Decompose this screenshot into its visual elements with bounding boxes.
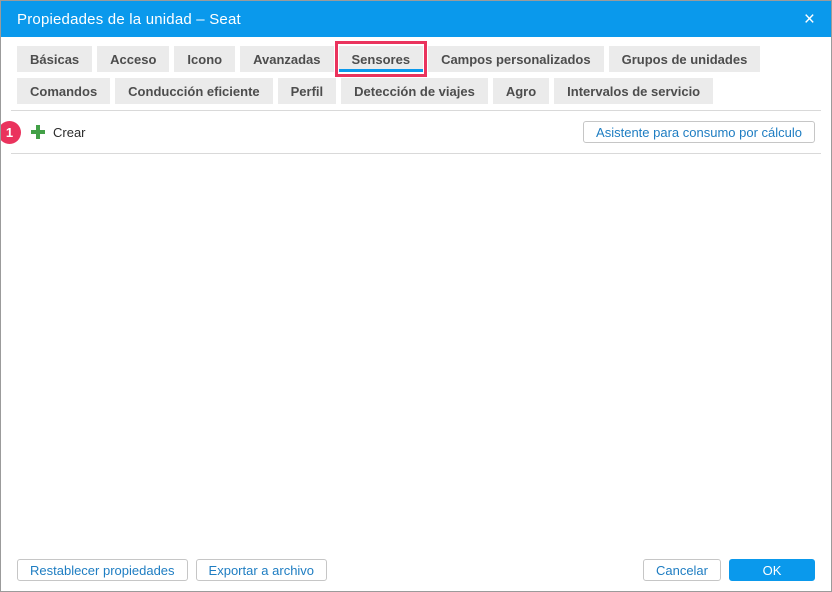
sensors-list-empty-area (1, 154, 831, 550)
tab-icono[interactable]: Icono (174, 46, 236, 72)
fuel-consumption-wizard-button[interactable]: Asistente para consumo por cálculo (583, 121, 815, 143)
footer-right-buttons: Cancelar OK (642, 559, 815, 581)
tab-grupos-de-unidades[interactable]: Grupos de unidades (608, 46, 761, 72)
unit-properties-dialog: Propiedades de la unidad – Seat × Básica… (0, 0, 832, 592)
tab-bar: Básicas Acceso Icono Avanzadas Sensores … (1, 37, 831, 104)
plus-icon (31, 125, 45, 139)
create-label: Crear (53, 124, 86, 140)
tab-conduccion-eficiente[interactable]: Conducción eficiente (115, 78, 273, 104)
dialog-title: Propiedades de la unidad – Seat (17, 10, 241, 28)
dialog-footer: Restablecer propiedades Exportar a archi… (17, 559, 815, 581)
tab-deteccion-de-viajes[interactable]: Detección de viajes (341, 78, 488, 104)
close-icon[interactable]: × (802, 8, 817, 31)
tab-intervalos-de-servicio[interactable]: Intervalos de servicio (554, 78, 714, 104)
tab-row-1: Básicas Acceso Icono Avanzadas Sensores … (17, 41, 815, 77)
tab-row-2: Comandos Conducción eficiente Perfil Det… (17, 78, 815, 104)
tab-avanzadas[interactable]: Avanzadas (240, 46, 334, 72)
export-to-file-button[interactable]: Exportar a archivo (195, 559, 328, 581)
tab-acceso[interactable]: Acceso (97, 46, 170, 72)
ok-button[interactable]: OK (729, 559, 815, 581)
create-sensor-button[interactable]: Crear (31, 125, 86, 140)
tab-agro[interactable]: Agro (492, 78, 550, 104)
tab-perfil[interactable]: Perfil (277, 78, 337, 104)
tab-campos-personalizados[interactable]: Campos personalizados (428, 46, 604, 72)
cancel-button[interactable]: Cancelar (642, 559, 721, 581)
sensors-toolbar: Crear Asistente para consumo por cálculo (11, 110, 821, 154)
dialog-header: Propiedades de la unidad – Seat × (1, 1, 831, 37)
footer-left-buttons: Restablecer propiedades Exportar a archi… (17, 559, 328, 581)
tab-sensores[interactable]: Sensores (334, 41, 427, 77)
tab-comandos[interactable]: Comandos (17, 78, 111, 104)
tab-basicas[interactable]: Básicas (17, 46, 93, 72)
reset-properties-button[interactable]: Restablecer propiedades (17, 559, 188, 581)
